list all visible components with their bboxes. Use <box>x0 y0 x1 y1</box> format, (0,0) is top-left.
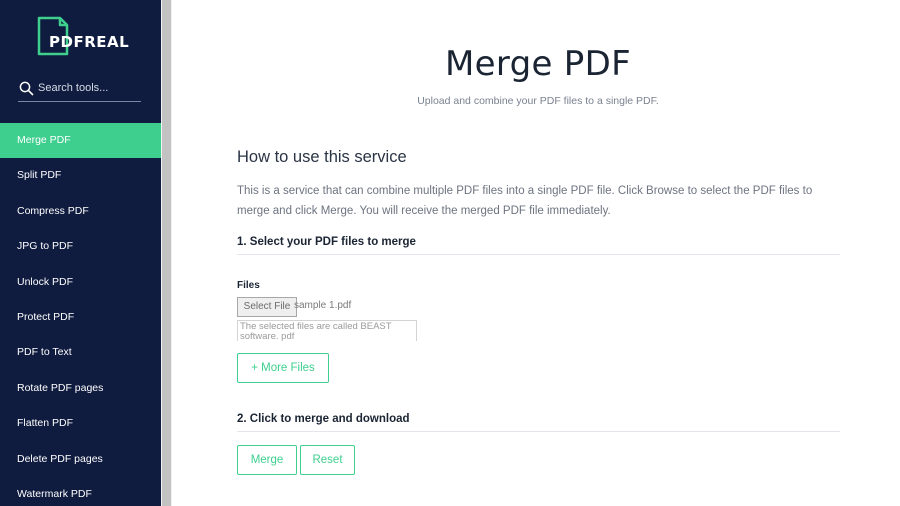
select-file-button[interactable]: Select File <box>237 297 297 317</box>
sidebar-item-protect-pdf[interactable]: Protect PDF <box>0 300 161 335</box>
reset-button[interactable]: Reset <box>300 445 355 475</box>
merge-button[interactable]: Merge <box>237 445 297 475</box>
logo[interactable]: PDFREAL <box>36 16 136 56</box>
sidebar-item-delete-pdf-pages[interactable]: Delete PDF pages <box>0 442 161 477</box>
page-title: Merge PDF <box>445 44 631 84</box>
search-placeholder: Search tools... <box>38 82 109 94</box>
files-label: Files <box>237 280 260 291</box>
scrollbar-thumb[interactable] <box>162 0 171 506</box>
step2-heading: 2. Click to merge and download <box>237 413 840 432</box>
main-content: Merge PDF Upload and combine your PDF fi… <box>172 0 900 506</box>
page-subtitle: Upload and combine your PDF files to a s… <box>417 95 659 107</box>
sidebar-item-flatten-pdf[interactable]: Flatten PDF <box>0 406 161 441</box>
sidebar-item-pdf-to-text[interactable]: PDF to Text <box>0 335 161 370</box>
sidebar-item-rotate-pdf-pages[interactable]: Rotate PDF pages <box>0 371 161 406</box>
sidebar-item-watermark-pdf[interactable]: Watermark PDF <box>0 477 161 506</box>
more-files-button[interactable]: + More Files <box>237 353 329 383</box>
logo-text: PDFREAL <box>49 33 130 51</box>
step1-heading: 1. Select your PDF files to merge <box>237 236 840 255</box>
sidebar-item-merge-pdf[interactable]: Merge PDF <box>0 123 161 159</box>
sidebar-item-jpg-to-pdf[interactable]: JPG to PDF <box>0 229 161 264</box>
sidebar-item-unlock-pdf[interactable]: Unlock PDF <box>0 265 161 300</box>
selected-file-name: sample 1.pdf <box>294 300 352 311</box>
sidebar-item-split-pdf[interactable]: Split PDF <box>0 158 161 193</box>
sidebar-item-compress-pdf[interactable]: Compress PDF <box>0 194 161 229</box>
howto-description: This is a service that can combine multi… <box>237 185 813 217</box>
sidebar: PDFREAL Search tools... Merge PDF Split … <box>0 0 161 506</box>
howto-title: How to use this service <box>237 148 407 166</box>
sidebar-nav: Merge PDF Split PDF Compress PDF JPG to … <box>0 123 161 506</box>
search-input[interactable]: Search tools... <box>18 80 141 102</box>
search-icon <box>19 81 34 96</box>
file-note: The selected files are called BEAST soft… <box>237 320 417 341</box>
